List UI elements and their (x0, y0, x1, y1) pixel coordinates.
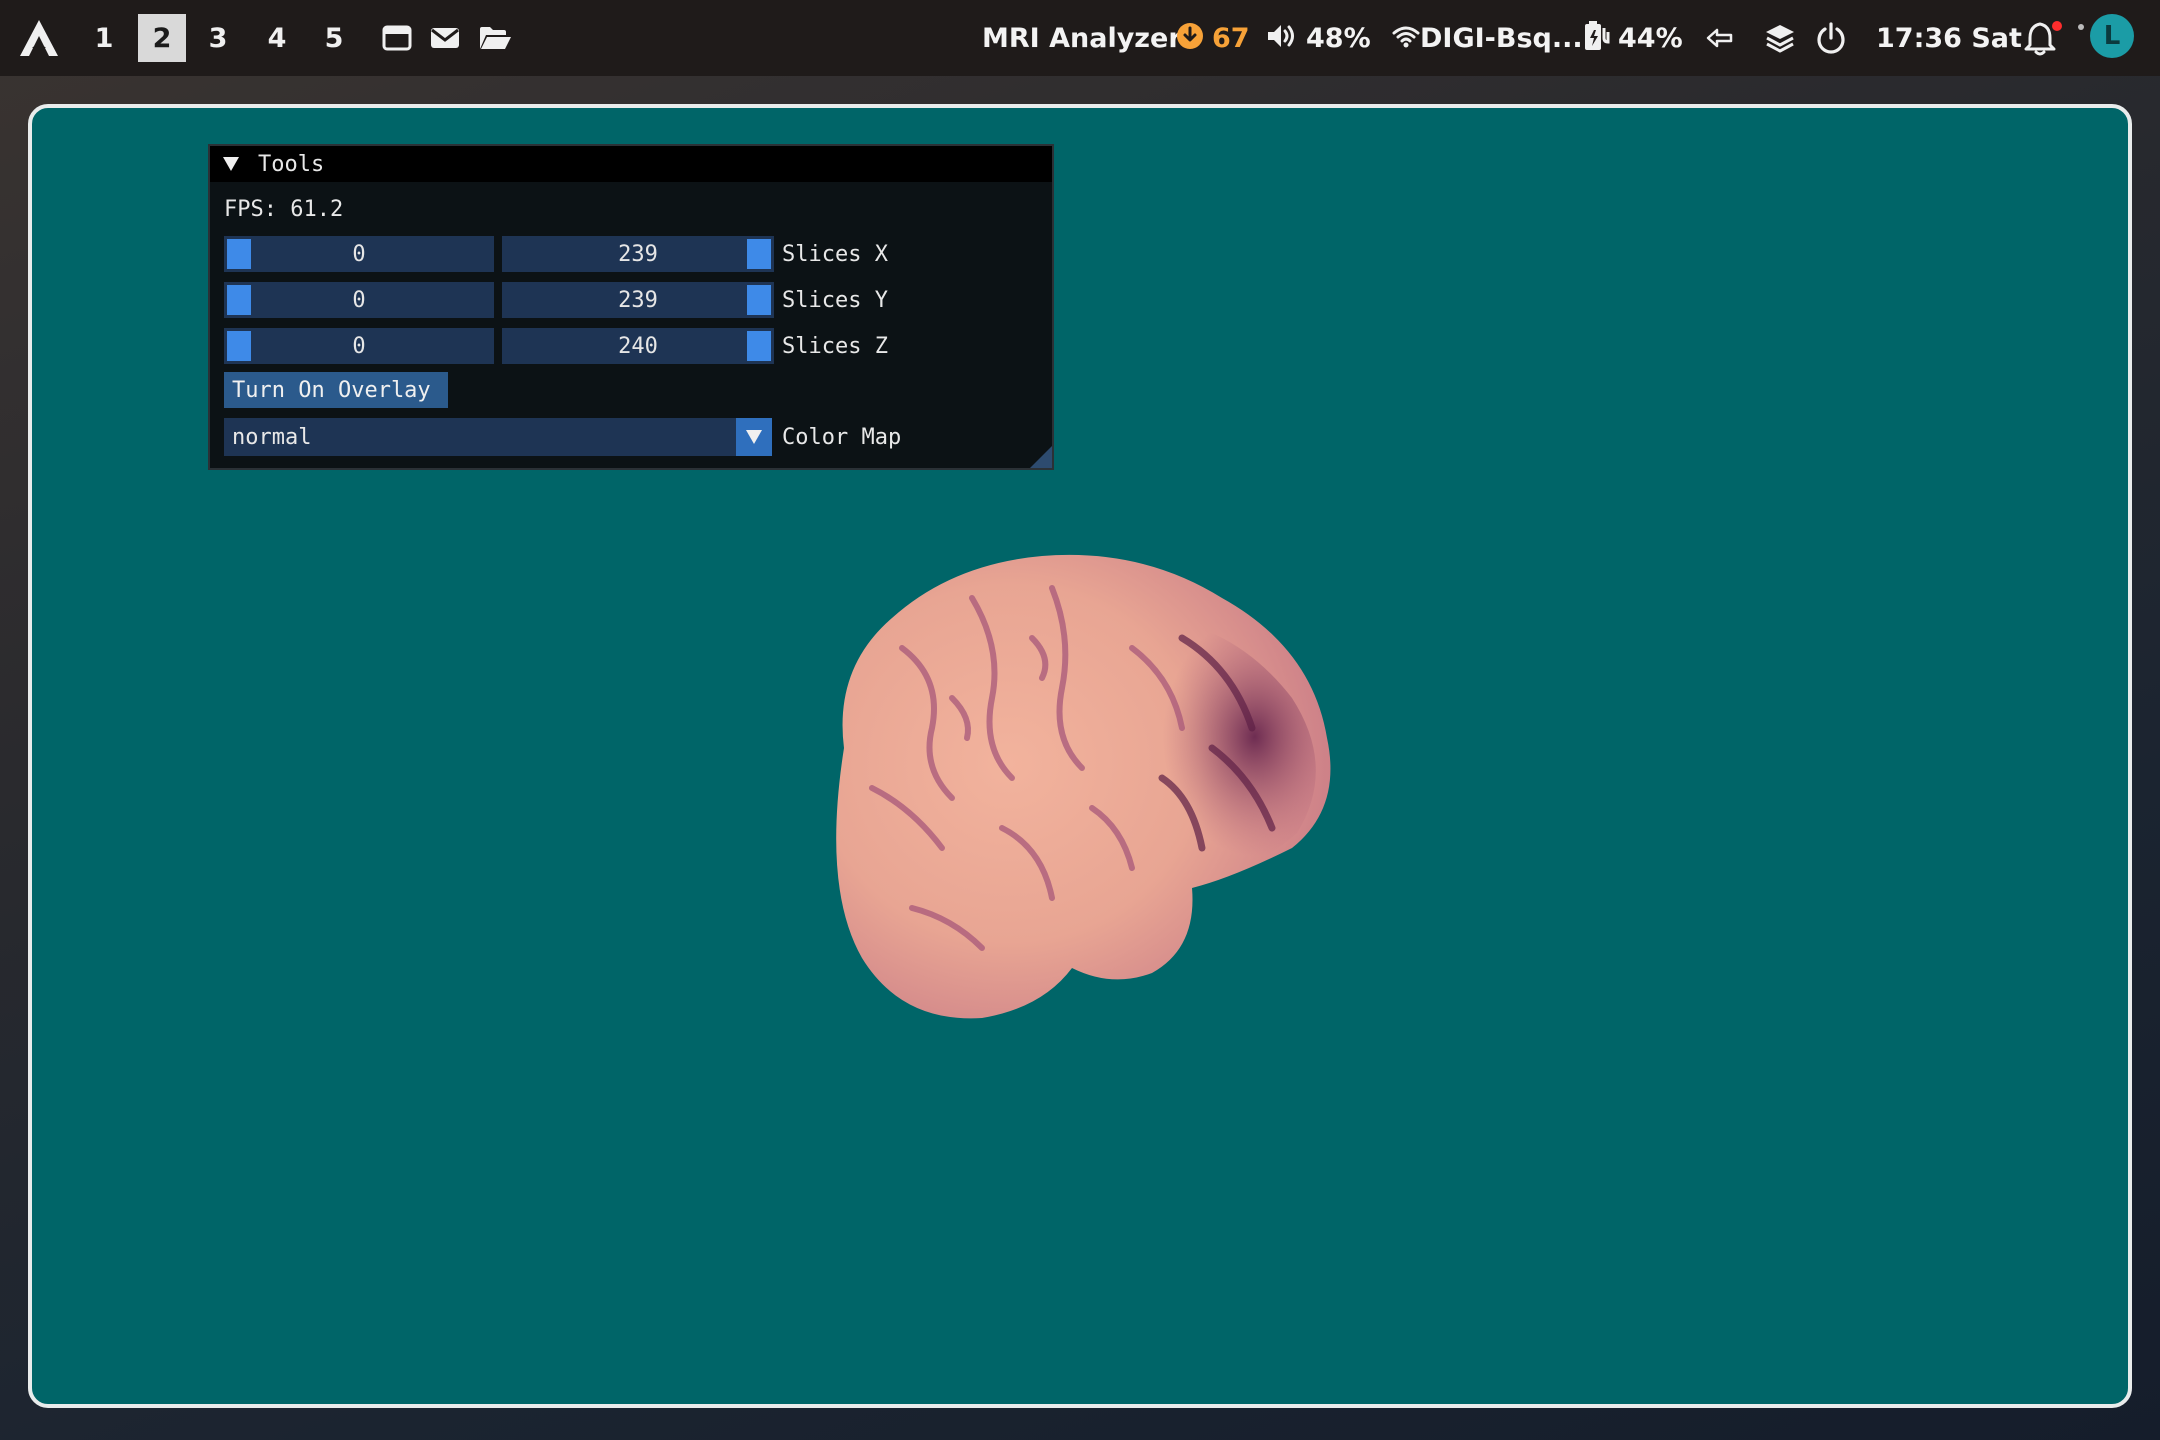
updates-count: 67 (1212, 22, 1250, 54)
slices-x-max-value: 239 (618, 241, 658, 267)
notification-bell-icon[interactable] (2024, 0, 2064, 76)
slider-grab[interactable] (747, 331, 771, 361)
avatar[interactable]: L (2090, 14, 2134, 58)
active-app-title: MRI Analyzer (982, 22, 1182, 54)
slider-grab[interactable] (747, 239, 771, 269)
power-icon[interactable] (1816, 0, 1846, 76)
back-arrow-icon[interactable] (1706, 0, 1734, 76)
slices-x-min-slider[interactable]: 0 (224, 236, 494, 272)
color-map-dropdown[interactable]: normal (224, 418, 772, 456)
workspace-5[interactable]: 5 (310, 14, 358, 62)
slices-z-max-value: 240 (618, 333, 658, 359)
wifi-icon (1392, 24, 1420, 52)
workspace-2[interactable]: 2 (138, 14, 186, 62)
folder-open-icon[interactable] (478, 0, 512, 76)
battery-indicator[interactable]: 44% (1582, 0, 1683, 76)
panel-resize-grip[interactable] (1030, 446, 1052, 468)
tools-panel[interactable]: Tools FPS: 61.2 0 239 Slices X 0 239 Sli… (208, 144, 1054, 470)
slices-z-row: 0 240 Slices Z (224, 328, 1044, 364)
workspace-1[interactable]: 1 (80, 14, 128, 62)
volume-level: 48% (1306, 22, 1371, 54)
dropdown-arrow-icon[interactable] (736, 418, 772, 456)
workspace-3[interactable]: 3 (194, 14, 242, 62)
color-map-label: Color Map (782, 424, 902, 450)
fps-readout: FPS: 61.2 (224, 196, 344, 222)
collapse-triangle-icon[interactable] (222, 156, 240, 172)
volume-indicator[interactable]: 48% (1266, 0, 1371, 76)
turn-on-overlay-button[interactable]: Turn On Overlay (224, 372, 448, 408)
mail-icon[interactable] (430, 0, 460, 76)
launcher-icon[interactable] (18, 0, 60, 76)
slices-x-row: 0 239 Slices X (224, 236, 1044, 272)
slices-x-max-slider[interactable]: 239 (502, 236, 774, 272)
tools-title: Tools (258, 151, 325, 177)
wifi-indicator[interactable]: DIGI-Bsq... (1392, 0, 1583, 76)
battery-level: 44% (1618, 22, 1683, 54)
color-map-value: normal (232, 424, 312, 450)
separator-dot (2078, 24, 2084, 30)
slider-grab[interactable] (227, 285, 251, 315)
wifi-network-name: DIGI-Bsq... (1420, 22, 1583, 54)
workspace-4[interactable]: 4 (253, 14, 301, 62)
update-download-icon (1176, 22, 1204, 54)
slider-grab[interactable] (227, 239, 251, 269)
slices-y-min-slider[interactable]: 0 (224, 282, 494, 318)
window-icon[interactable] (382, 0, 412, 76)
slices-z-min-slider[interactable]: 0 (224, 328, 494, 364)
slices-y-max-value: 239 (618, 287, 658, 313)
slices-y-label: Slices Y (782, 287, 888, 313)
slices-z-max-slider[interactable]: 240 (502, 328, 774, 364)
slices-x-min-value: 0 (352, 241, 366, 267)
avatar-letter: L (2103, 21, 2121, 51)
brain-3d-render[interactable] (752, 528, 1412, 1048)
speaker-icon (1266, 22, 1300, 54)
brain-volume-image (836, 554, 1331, 1019)
top-bar: 1 2 3 4 5 MRI Analyzer 67 48% DIGI-Bsq..… (0, 0, 2160, 76)
battery-charging-icon (1582, 20, 1612, 56)
slices-y-row: 0 239 Slices Y (224, 282, 1044, 318)
slices-y-max-slider[interactable]: 239 (502, 282, 774, 318)
clock[interactable]: 17:36 Sat (1876, 0, 2022, 76)
updates-indicator[interactable]: 67 (1176, 0, 1250, 76)
slices-y-min-value: 0 (352, 287, 366, 313)
slices-z-min-value: 0 (352, 333, 366, 359)
slices-x-label: Slices X (782, 241, 888, 267)
slider-grab[interactable] (227, 331, 251, 361)
slices-z-label: Slices Z (782, 333, 888, 359)
mri-analyzer-window[interactable]: Tools FPS: 61.2 0 239 Slices X 0 239 Sli… (28, 104, 2132, 1408)
slider-grab[interactable] (747, 285, 771, 315)
tools-title-bar[interactable]: Tools (210, 146, 1052, 182)
layers-icon[interactable] (1764, 0, 1796, 76)
